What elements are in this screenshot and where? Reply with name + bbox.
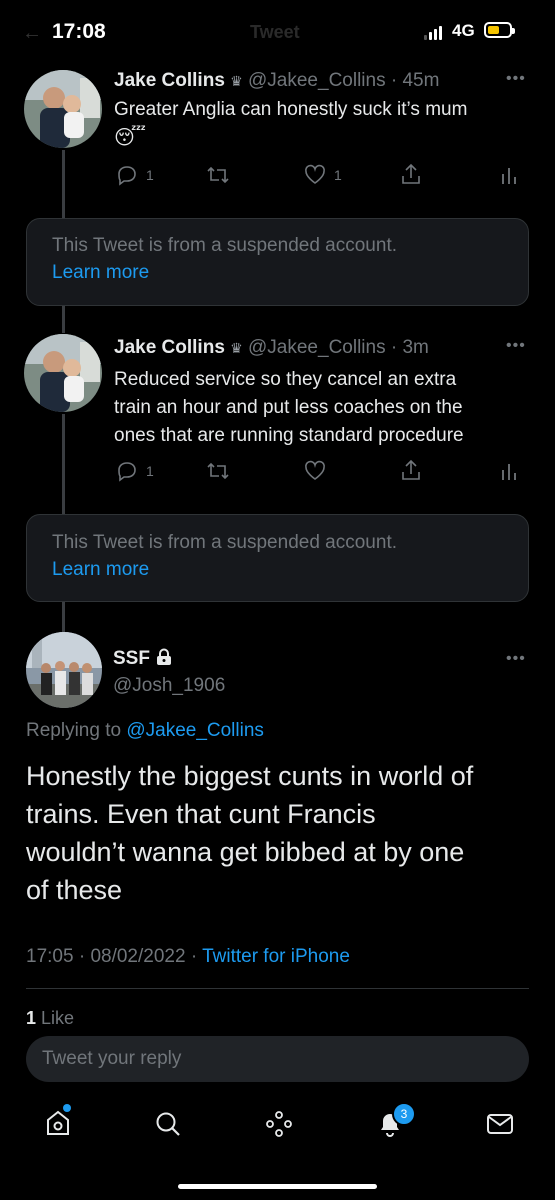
home-icon[interactable] [44, 1108, 72, 1143]
tweet-header: Jake Collins ♛ @Jakee_Collins · 3m [114, 337, 429, 359]
sleeping-emoji: 😴 [114, 127, 147, 149]
author-handle[interactable]: @Jakee_Collins [248, 337, 386, 358]
tweet-text-line: Greater Anglia can honestly suck it’s mu… [114, 99, 468, 120]
status-time: 17:08 [52, 20, 106, 43]
messages-icon[interactable] [486, 1112, 514, 1141]
tweet-time: 3m [402, 337, 429, 358]
analytics-icon [502, 464, 516, 480]
tweet-header: Jake Collins ♛ @Jakee_Collins · 45m [114, 70, 439, 92]
heart-icon [305, 460, 325, 480]
back-arrow-icon[interactable]: ← [22, 22, 42, 45]
home-notification-dot [63, 1104, 71, 1112]
tweet-date: 08/02/2022 [90, 946, 186, 967]
thread-line [62, 414, 65, 514]
author-handle[interactable]: @Jakee_Collins [248, 70, 386, 91]
replying-to-link[interactable]: @Jakee_Collins [126, 720, 264, 741]
crown-icon: ♛ [230, 73, 243, 89]
replying-prefix: Replying to [26, 720, 122, 741]
more-options-icon[interactable]: ••• [506, 70, 526, 88]
tweet-text-line: of these [26, 875, 123, 905]
notifications-badge: 3 [392, 1102, 416, 1126]
share-icon [402, 459, 420, 480]
share-button[interactable] [400, 458, 422, 482]
suspended-message: This Tweet is from a suspended account. [52, 532, 397, 553]
reply-count: 1 [146, 463, 154, 479]
replying-to: Replying to @Jakee_Collins [26, 720, 264, 742]
crown-icon: ♛ [230, 340, 243, 356]
avatar[interactable] [24, 334, 102, 412]
tweet-timestamp: 17:05 [26, 946, 74, 967]
tweet-text-line: trains. Even that cunt Francis [26, 799, 376, 829]
analytics-button[interactable] [500, 164, 518, 186]
share-button[interactable] [400, 162, 422, 186]
tweet-text: Greater Anglia can honestly suck it’s mu… [114, 96, 534, 152]
thread-line [62, 305, 65, 333]
suspended-message: This Tweet is from a suspended account. [52, 235, 397, 256]
tweet-text-line: Honestly the biggest cunts in world of [26, 761, 474, 791]
reply-input[interactable] [26, 1036, 529, 1082]
reply-box [26, 1036, 529, 1082]
lock-icon [157, 648, 172, 665]
likes-count[interactable]: 1 Like [26, 1008, 74, 1029]
tweet-meta: 17:05 · 08/02/2022 · Twitter for iPhone [26, 946, 350, 968]
reply-count: 1 [146, 167, 154, 183]
tweet-time: 45m [402, 70, 440, 91]
retweet-icon [207, 462, 229, 480]
separator: · [385, 337, 403, 358]
tweet-text: Reduced service so they cancel an extra … [114, 366, 544, 450]
divider [26, 988, 529, 989]
separator: · [385, 70, 403, 91]
author-name[interactable]: SSF [113, 648, 173, 670]
battery-icon [484, 22, 515, 38]
analytics-button[interactable] [500, 460, 518, 482]
tweet-text-line: ones that are running standard procedure [114, 425, 464, 446]
author-handle[interactable]: @Josh_1906 [113, 675, 225, 697]
search-icon[interactable] [154, 1110, 182, 1143]
reply-icon [118, 462, 136, 482]
suspended-tweet-card: This Tweet is from a suspended account. … [26, 514, 529, 602]
like-button[interactable] [304, 460, 326, 482]
share-icon [402, 163, 420, 184]
avatar[interactable] [24, 70, 102, 148]
retweet-button[interactable] [206, 164, 230, 186]
network-type: 4G [452, 21, 475, 40]
separator: · [78, 946, 91, 967]
spaces-icon[interactable] [264, 1110, 294, 1143]
like-count-label: Like [41, 1008, 75, 1028]
signal-icon [424, 24, 442, 40]
like-button[interactable]: 1 [304, 164, 342, 186]
analytics-icon [502, 168, 516, 184]
home-indicator [178, 1184, 377, 1189]
author-name[interactable]: Jake Collins [114, 70, 225, 91]
more-options-icon[interactable]: ••• [506, 337, 526, 355]
reply-button[interactable]: 1 [116, 460, 154, 482]
retweet-button[interactable] [206, 460, 230, 482]
header-title: Tweet [250, 22, 300, 42]
avatar[interactable] [26, 632, 102, 708]
thread-line [62, 602, 65, 632]
reply-icon [118, 166, 136, 186]
tweet-text-line: Reduced service so they cancel an extra [114, 369, 457, 390]
retweet-icon [207, 166, 229, 184]
separator: · [190, 946, 203, 967]
heart-icon [305, 164, 325, 184]
thread-line [62, 150, 65, 218]
learn-more-link[interactable]: Learn more [52, 559, 149, 581]
tweet-text-line: train an hour and put less coaches on th… [114, 397, 463, 418]
tweet-source-link[interactable]: Twitter for iPhone [202, 946, 350, 967]
like-count-number: 1 [26, 1008, 37, 1028]
reply-button[interactable]: 1 [116, 164, 154, 186]
author-name[interactable]: Jake Collins [114, 337, 225, 358]
main-tweet-text: Honestly the biggest cunts in world of t… [26, 757, 546, 909]
suspended-tweet-card: This Tweet is from a suspended account. … [26, 218, 529, 306]
more-options-icon[interactable]: ••• [506, 650, 526, 668]
author-name-text: SSF [113, 648, 150, 669]
tweet-text-line: wouldn’t wanna get bibbed at by one [26, 837, 465, 867]
learn-more-link[interactable]: Learn more [52, 262, 149, 284]
like-count: 1 [334, 167, 342, 183]
